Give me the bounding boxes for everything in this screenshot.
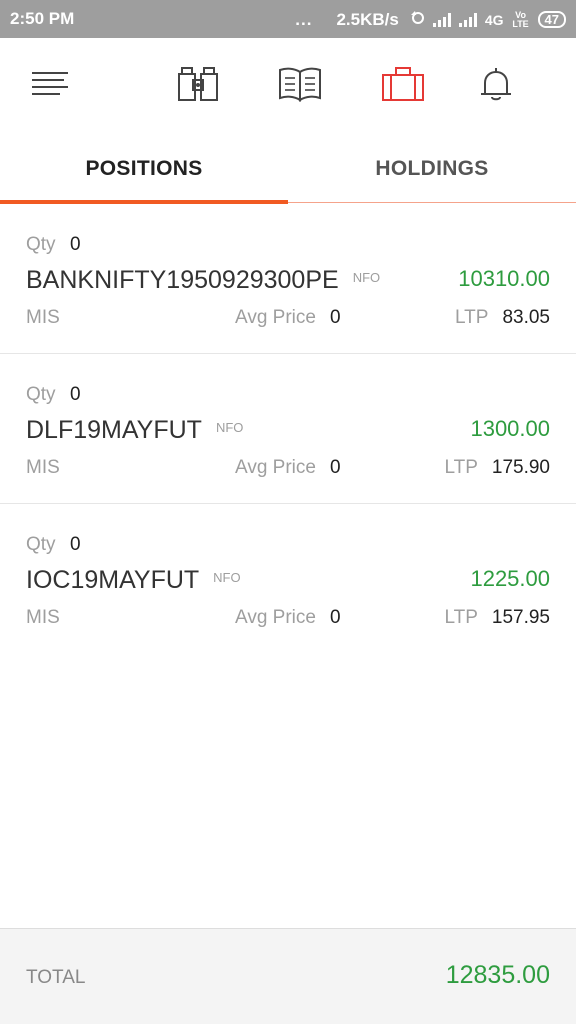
symbol-name: BANKNIFTY1950929300PE — [26, 266, 339, 294]
ltp-group: LTP 157.95 — [444, 607, 550, 629]
status-time: 2:50 PM — [10, 9, 75, 28]
signal-icon — [432, 12, 451, 27]
avg-price-label: Avg Price — [235, 457, 316, 478]
qty-value: 0 — [70, 534, 81, 555]
ltp-label: LTP — [444, 457, 478, 478]
qty-value: 0 — [70, 384, 81, 405]
product-type: MIS — [26, 307, 60, 328]
pnl-value: 1225.00 — [470, 566, 550, 591]
status-dots: ... — [295, 9, 313, 29]
briefcase-icon[interactable] — [377, 58, 429, 110]
battery-icon: 47 — [537, 11, 566, 28]
qty-value: 0 — [70, 234, 81, 255]
ltp-label: LTP — [444, 607, 478, 628]
qty-label: Qty — [26, 384, 56, 405]
ltp-label: LTP — [455, 307, 489, 328]
hamburger-menu-icon[interactable] — [24, 58, 76, 110]
position-row[interactable]: Qty 0 DLF19MAYFUT NFO 1300.00 MIS Avg Pr… — [0, 354, 576, 504]
exchange-tag: NFO — [352, 270, 381, 285]
ltp-value: 175.90 — [491, 457, 550, 478]
top-toolbar — [0, 38, 576, 134]
status-bar: 2:50 PM ... 2.5KB/s 4G Vo LTE 47 — [0, 0, 576, 38]
symbol-name: DLF19MAYFUT — [26, 416, 202, 444]
ltp-group: LTP 83.05 — [455, 307, 550, 329]
positions-list: Qty 0 BANKNIFTY1950929300PE NFO 10310.00… — [0, 204, 576, 653]
position-row[interactable]: Qty 0 IOC19MAYFUT NFO 1225.00 MIS Avg Pr… — [0, 504, 576, 653]
avg-price-label: Avg Price — [235, 307, 316, 328]
symbol-line: IOC19MAYFUT NFO — [26, 566, 241, 595]
total-label: TOTAL — [26, 967, 86, 988]
product-type: MIS — [26, 607, 60, 628]
ltp-value: 83.05 — [502, 307, 550, 328]
network-type: 4G — [484, 11, 504, 28]
status-right: ... 2.5KB/s 4G Vo LTE 47 — [295, 9, 566, 30]
book-icon[interactable] — [274, 58, 326, 110]
symbol-name: IOC19MAYFUT — [26, 566, 200, 594]
pnl-value: 10310.00 — [458, 266, 550, 291]
pnl-value: 1300.00 — [470, 416, 550, 441]
ltp-group: LTP 175.90 — [444, 457, 550, 479]
tab-holdings[interactable]: HOLDINGS — [288, 134, 576, 204]
ltp-value: 157.95 — [491, 607, 550, 628]
total-value: 12835.00 — [445, 961, 550, 989]
total-footer: TOTAL 12835.00 — [0, 928, 576, 1024]
status-speed: 2.5KB/s — [336, 9, 399, 29]
tab-positions[interactable]: POSITIONS — [0, 134, 288, 204]
exchange-tag: NFO — [213, 570, 241, 585]
product-type: MIS — [26, 457, 60, 478]
volte-indicator: Vo LTE — [512, 9, 529, 29]
qty-label: Qty — [26, 534, 56, 555]
binoculars-icon[interactable] — [172, 58, 224, 110]
sync-icon — [409, 9, 425, 30]
avg-price-value: 0 — [330, 457, 341, 478]
qty-label: Qty — [26, 234, 56, 255]
exchange-tag: NFO — [215, 420, 244, 435]
signal-icon-2 — [458, 12, 477, 27]
tab-bar: POSITIONS HOLDINGS — [0, 134, 576, 204]
app-root: 2:50 PM ... 2.5KB/s 4G Vo LTE 47 POSITIO… — [0, 0, 576, 1024]
bell-icon[interactable] — [470, 58, 522, 110]
avg-price-label: Avg Price — [235, 607, 316, 628]
avg-price-value: 0 — [330, 307, 341, 328]
symbol-line: BANKNIFTY1950929300PE NFO — [26, 266, 380, 295]
symbol-line: DLF19MAYFUT NFO — [26, 416, 243, 445]
tab-divider — [288, 202, 576, 203]
position-row[interactable]: Qty 0 BANKNIFTY1950929300PE NFO 10310.00… — [0, 204, 576, 354]
avg-price-value: 0 — [330, 607, 341, 628]
